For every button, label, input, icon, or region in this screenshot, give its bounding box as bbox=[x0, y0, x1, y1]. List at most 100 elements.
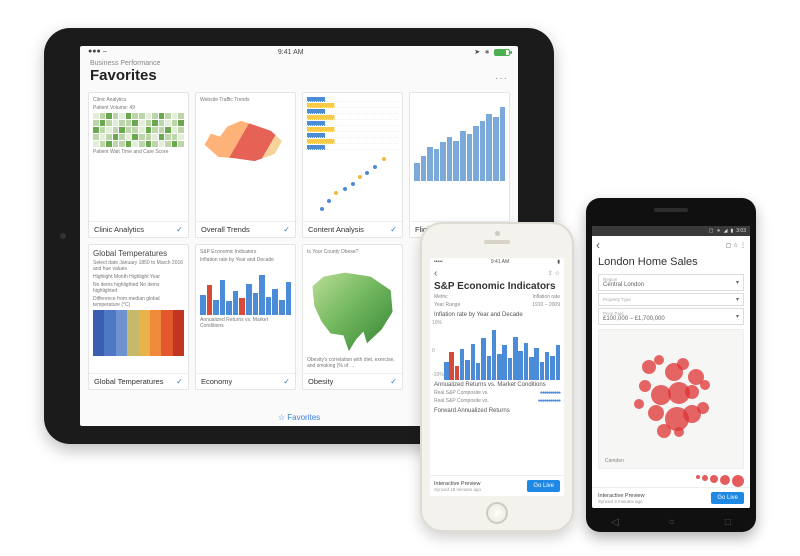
star-icon[interactable]: ☆ bbox=[733, 243, 738, 249]
card-note: Inflation rate by Year and Decade bbox=[200, 257, 291, 263]
more-icon[interactable]: ⋮ bbox=[740, 243, 746, 249]
card-obesity[interactable]: Is Your County Obese? Obesity's correlat… bbox=[302, 244, 403, 390]
page-title: London Home Sales bbox=[592, 254, 750, 272]
star-icon[interactable]: ☆ bbox=[555, 271, 560, 277]
go-live-button[interactable]: Go Live bbox=[711, 492, 744, 504]
location-icon: ➤ bbox=[474, 48, 480, 56]
dot-strip: ●●●●●●●●●● bbox=[540, 390, 560, 396]
section-title: Inflation rate by Year and Decade bbox=[430, 310, 564, 320]
filter-price-paid[interactable]: Price Paid £100,000 – £1,700,000 ▾ bbox=[598, 308, 744, 325]
card-title: Economy bbox=[201, 377, 232, 386]
card-clinic-analytics[interactable]: Clinic Analytics Patient Volume: 49 Pati… bbox=[88, 92, 189, 238]
cast-icon: ▢ bbox=[709, 228, 714, 234]
card-title: Overall Trends bbox=[201, 225, 250, 234]
heatmap-preview bbox=[93, 113, 184, 147]
favorite-icon[interactable]: ✓ bbox=[176, 225, 183, 234]
star-icon: ☆ bbox=[278, 413, 285, 422]
card-note: No items highlighted No items highlighte… bbox=[93, 282, 184, 294]
filter-value: £100,000 – £1,700,000 bbox=[603, 316, 665, 322]
section-title: Annualized Returns vs. Market Conditions bbox=[430, 380, 564, 390]
card-title: Clinic Analytics bbox=[94, 225, 144, 234]
map-label: Camden bbox=[605, 458, 624, 464]
card-note: Patient Volume: 49 bbox=[93, 105, 184, 111]
filter-property-type[interactable]: Property Type ▾ bbox=[598, 293, 744, 306]
card-title: Global Temperatures bbox=[94, 377, 163, 386]
card-content-analysis[interactable]: Content Analysis ✓ bbox=[302, 92, 403, 238]
export-icon[interactable]: ⇪ bbox=[548, 271, 553, 277]
axis-tick: 0 bbox=[432, 348, 435, 354]
inflation-bar-chart bbox=[430, 320, 564, 380]
cast-icon[interactable]: ▢ bbox=[726, 243, 732, 249]
breadcrumb[interactable]: Business Performance bbox=[90, 60, 160, 67]
chevron-down-icon: ▾ bbox=[736, 279, 739, 286]
card-economy[interactable]: S&P Economic Indicators Inflation rate b… bbox=[195, 244, 296, 390]
world-map-preview bbox=[200, 105, 291, 177]
card-overall-trends[interactable]: Website Traffic Trends Overall Trends ✓ bbox=[195, 92, 296, 238]
favorite-icon[interactable]: ✓ bbox=[283, 225, 290, 234]
filter-label: Property Type bbox=[603, 297, 631, 302]
range-value[interactable]: 1910 – 2009 bbox=[532, 302, 560, 308]
bluetooth-icon: ∗ bbox=[484, 48, 490, 56]
card-note: Annualized Returns vs. Market Conditions bbox=[200, 317, 291, 329]
iphone-home-button[interactable] bbox=[486, 502, 508, 524]
page-title: Favorites bbox=[90, 67, 160, 84]
range-label: Year Range bbox=[434, 302, 460, 308]
filter-value: Central London bbox=[603, 282, 644, 288]
back-button[interactable]: ‹ bbox=[434, 268, 437, 279]
card-subhead: S&P Economic Indicators bbox=[200, 249, 291, 255]
wifi-icon: ●●● ⌢ bbox=[88, 48, 107, 56]
status-time: 3:03 bbox=[736, 228, 746, 234]
card-note: Difference from median global temperatur… bbox=[93, 296, 184, 308]
bottom-tab-label: Favorites bbox=[287, 413, 320, 422]
card-title: Obesity bbox=[308, 377, 333, 386]
signal-icon: ••••• bbox=[434, 259, 443, 265]
map-view[interactable]: Camden bbox=[598, 329, 744, 469]
nav-back-icon[interactable]: ◁ bbox=[611, 517, 619, 528]
favorite-icon[interactable]: ✓ bbox=[390, 225, 397, 234]
filter-region[interactable]: Region Central London ▾ bbox=[598, 274, 744, 291]
go-live-button[interactable]: Go Live bbox=[527, 480, 560, 492]
nav-home-icon[interactable]: ○ bbox=[669, 517, 675, 528]
favorite-icon[interactable]: ✓ bbox=[283, 377, 290, 386]
sub-label: Real S&P Composite vs. bbox=[434, 390, 489, 396]
page-title: S&P Economic Indicators bbox=[430, 281, 564, 294]
metric-label: Metric bbox=[434, 294, 448, 300]
iphone-status-bar: ••••• 9:41 AM ▮ bbox=[430, 258, 564, 266]
us-map-preview bbox=[307, 257, 398, 355]
card-subhead: Global Temperatures bbox=[93, 249, 184, 258]
battery-icon: ▮ bbox=[731, 228, 734, 234]
chevron-down-icon: ▾ bbox=[736, 296, 739, 303]
more-button[interactable]: ··· bbox=[495, 73, 508, 84]
status-time: 9:41 AM bbox=[278, 49, 304, 56]
android-nav-bar: ◁ ○ □ bbox=[586, 517, 756, 528]
card-flight-delays[interactable]: Flight Delays ✓ bbox=[409, 92, 510, 238]
nav-recent-icon[interactable]: □ bbox=[725, 517, 731, 528]
card-subhead: Is Your County Obese? bbox=[307, 249, 398, 255]
back-button[interactable]: ‹ bbox=[596, 238, 600, 252]
card-global-temperatures[interactable]: Global Temperatures Select date January … bbox=[88, 244, 189, 390]
dot-strip: ●●●●●●●●●●● bbox=[538, 398, 560, 404]
bluetooth-icon: ∗ bbox=[716, 228, 720, 234]
iphone-camera bbox=[495, 231, 500, 236]
metric-value[interactable]: Inflation rate bbox=[532, 294, 560, 300]
status-time: 9:41 AM bbox=[491, 259, 509, 265]
android-speaker bbox=[654, 208, 688, 212]
bar-chart-preview bbox=[200, 265, 291, 315]
iphone-speaker bbox=[484, 240, 510, 244]
scatter-preview bbox=[307, 152, 398, 217]
card-title: Content Analysis bbox=[308, 225, 364, 234]
favorite-icon[interactable]: ✓ bbox=[390, 377, 397, 386]
favorite-icon[interactable]: ✓ bbox=[176, 377, 183, 386]
battery-icon: ▮ bbox=[557, 259, 560, 265]
card-note: Select date January 1850 to March 2016 a… bbox=[93, 260, 184, 272]
dotplot-preview bbox=[307, 97, 398, 150]
card-note: Obesity's correlation with diet, exercis… bbox=[307, 357, 398, 369]
section-title: Forward Annualized Returns bbox=[430, 406, 564, 416]
preview-label: Interactive Preview Synced 3 minutes ago bbox=[598, 493, 644, 504]
line-chart-preview bbox=[414, 97, 505, 181]
sub-label: Real S&P Composite vs. bbox=[434, 398, 489, 404]
ipad-camera bbox=[60, 233, 66, 239]
axis-tick: 10% bbox=[432, 320, 442, 326]
android-screen: ▢ ∗ ◢ ▮ 3:03 ‹ ▢ ☆ ⋮ London Home Sales R… bbox=[592, 226, 750, 508]
signal-icon: ◢ bbox=[724, 228, 728, 234]
